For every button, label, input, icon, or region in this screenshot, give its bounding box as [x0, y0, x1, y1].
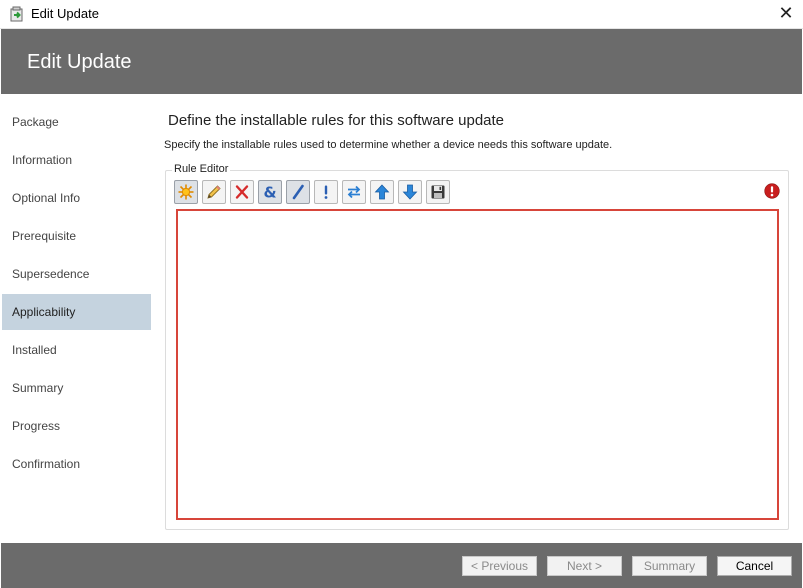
rule-editor-label: Rule Editor: [172, 163, 231, 175]
and-ampersand-icon: &: [263, 184, 276, 200]
or-operator-button[interactable]: [286, 180, 310, 204]
swap-arrows-icon: [347, 185, 361, 199]
edit-pencil-icon: [207, 185, 221, 199]
not-exclamation-icon: [324, 185, 328, 199]
sidebar-item-information[interactable]: Information: [2, 142, 151, 178]
move-up-icon: [374, 184, 390, 200]
rule-editor-area[interactable]: [176, 209, 779, 520]
save-rule-button[interactable]: [426, 180, 450, 204]
sidebar-item-prerequisite[interactable]: Prerequisite: [2, 218, 151, 254]
save-disk-icon: [431, 185, 445, 199]
edit-rule-button[interactable]: [202, 180, 226, 204]
page-title: Edit Update: [27, 51, 132, 73]
new-rule-button[interactable]: [174, 180, 198, 204]
window-title: Edit Update: [31, 6, 99, 21]
footer-band: < Previous Next > Summary Cancel: [1, 543, 802, 588]
app-update-icon: [10, 6, 23, 22]
previous-button[interactable]: < Previous: [462, 556, 537, 576]
header-band: Edit Update: [1, 29, 802, 94]
window-titlebar: Edit Update ✕: [0, 0, 803, 29]
swap-rule-button[interactable]: [342, 180, 366, 204]
sidebar-item-applicability[interactable]: Applicability: [2, 294, 151, 330]
delete-x-icon: [235, 185, 249, 199]
rule-editor-group: Rule Editor &: [165, 163, 789, 530]
sidebar-item-supersedence[interactable]: Supersedence: [2, 256, 151, 292]
error-icon: [764, 183, 780, 199]
section-heading: Define the installable rules for this so…: [168, 112, 505, 129]
main-panel: Define the installable rules for this so…: [151, 94, 802, 544]
sidebar-item-package[interactable]: Package: [2, 104, 151, 140]
move-down-icon: [402, 184, 418, 200]
sidebar-item-progress[interactable]: Progress: [2, 408, 151, 444]
move-down-button[interactable]: [398, 180, 422, 204]
not-operator-button[interactable]: [314, 180, 338, 204]
and-operator-button[interactable]: &: [258, 180, 282, 204]
new-rule-icon: [178, 184, 194, 200]
sidebar-item-confirmation[interactable]: Confirmation: [2, 446, 151, 482]
wizard-sidebar: Package Information Optional Info Prereq…: [2, 94, 151, 544]
svg-text:&: &: [263, 184, 276, 200]
sidebar-item-optional-info[interactable]: Optional Info: [2, 180, 151, 216]
sidebar-item-summary[interactable]: Summary: [2, 370, 151, 406]
summary-button[interactable]: Summary: [632, 556, 707, 576]
move-up-button[interactable]: [370, 180, 394, 204]
delete-rule-button[interactable]: [230, 180, 254, 204]
or-slash-icon: [292, 184, 304, 200]
sidebar-item-installed[interactable]: Installed: [2, 332, 151, 368]
close-button[interactable]: ✕: [769, 0, 803, 28]
next-button[interactable]: Next >: [547, 556, 622, 576]
section-description: Specify the installable rules used to de…: [164, 139, 613, 151]
cancel-button[interactable]: Cancel: [717, 556, 792, 576]
